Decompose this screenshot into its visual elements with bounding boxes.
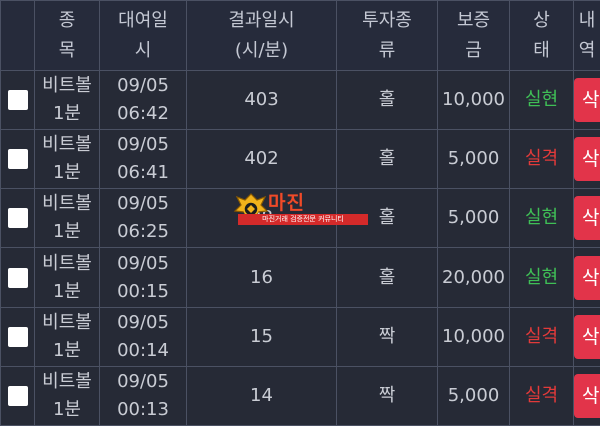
bet-type-cell: 홀 [336,69,438,131]
game-cell: 비트볼 1분 [34,188,100,249]
bet-type-cell: 짝 [336,365,438,426]
delete-cell: 삭제 [573,129,600,190]
delete-button[interactable]: 삭제 [574,255,600,300]
status-cell: 실현 [509,69,574,131]
bet-type-cell: 홀 [336,247,438,308]
deposit-cell: 5,000 [437,129,510,190]
betting-history-table: 종 목 대여일 시 결과일시 (시/분) 투자종 류 보증 금 상 태 내 역 … [0,0,600,426]
row-select-cell[interactable] [0,365,35,426]
status-cell: 실현 [509,188,574,249]
bet-type-cell: 짝 [336,306,438,367]
deposit-cell: 5,000 [437,188,510,249]
deposit-cell: 5,000 [437,365,510,426]
rent-time-cell: 09/05 00:14 [99,306,187,367]
header-deposit: 보증 금 [437,0,510,71]
header-rent-time: 대여일 시 [99,0,187,71]
delete-button[interactable]: 삭제 [574,314,600,359]
delete-button[interactable]: 삭제 [574,373,600,418]
game-cell: 비트볼 1분 [34,129,100,190]
table-row: 비트볼 1분09/05 06:2538홀5,000실현삭제 [0,188,600,249]
rent-time-cell: 09/05 00:15 [99,247,187,308]
row-checkbox[interactable] [7,326,28,347]
row-checkbox[interactable] [7,267,28,288]
header-game: 종 목 [34,0,100,71]
game-cell: 비트볼 1분 [34,306,100,367]
result-time-cell: 38 [186,188,337,249]
result-time-cell: 16 [186,247,337,308]
result-time-cell: 403 [186,69,337,131]
row-checkbox[interactable] [7,208,28,229]
table-header-row: 종 목 대여일 시 결과일시 (시/분) 투자종 류 보증 금 상 태 내 역 [0,0,600,71]
table-row: 비트볼 1분09/05 00:1415짝10,000실격삭제 [0,306,600,367]
delete-button[interactable]: 삭제 [574,196,600,241]
row-select-cell[interactable] [0,188,35,249]
status-cell: 실격 [509,306,574,367]
header-result-time: 결과일시 (시/분) [186,0,337,71]
delete-cell: 삭제 [573,306,600,367]
status-cell: 실현 [509,247,574,308]
delete-cell: 삭제 [573,188,600,249]
game-cell: 비트볼 1분 [34,69,100,131]
table-row: 비트볼 1분09/05 06:41402홀5,000실격삭제 [0,129,600,190]
game-cell: 비트볼 1분 [34,365,100,426]
table-row: 비트볼 1분09/05 00:1314짝5,000실격삭제 [0,365,600,426]
row-select-cell[interactable] [0,129,35,190]
table-row: 비트볼 1분09/05 06:42403홀10,000실현삭제 [0,69,600,131]
row-checkbox[interactable] [7,385,28,406]
game-cell: 비트볼 1분 [34,247,100,308]
rent-time-cell: 09/05 06:42 [99,69,187,131]
delete-cell: 삭제 [573,69,600,131]
delete-cell: 삭제 [573,247,600,308]
rent-time-cell: 09/05 06:41 [99,129,187,190]
header-bet-type: 투자종 류 [336,0,438,71]
rent-time-cell: 09/05 06:25 [99,188,187,249]
bet-type-cell: 홀 [336,129,438,190]
row-checkbox[interactable] [7,90,28,111]
deposit-cell: 20,000 [437,247,510,308]
bet-type-cell: 홀 [336,188,438,249]
result-time-cell: 15 [186,306,337,367]
deposit-cell: 10,000 [437,69,510,131]
header-detail: 내 역 [573,0,600,71]
header-select [0,0,35,71]
result-time-cell: 402 [186,129,337,190]
delete-button[interactable]: 삭제 [574,78,600,123]
rent-time-cell: 09/05 00:13 [99,365,187,426]
status-cell: 실격 [509,365,574,426]
header-status: 상 태 [509,0,574,71]
row-select-cell[interactable] [0,247,35,308]
delete-cell: 삭제 [573,365,600,426]
delete-button[interactable]: 삭제 [574,137,600,182]
row-select-cell[interactable] [0,306,35,367]
table-row: 비트볼 1분09/05 00:1516홀20,000실현삭제 [0,247,600,308]
result-time-cell: 14 [186,365,337,426]
row-select-cell[interactable] [0,69,35,131]
status-cell: 실격 [509,129,574,190]
row-checkbox[interactable] [7,149,28,170]
deposit-cell: 10,000 [437,306,510,367]
